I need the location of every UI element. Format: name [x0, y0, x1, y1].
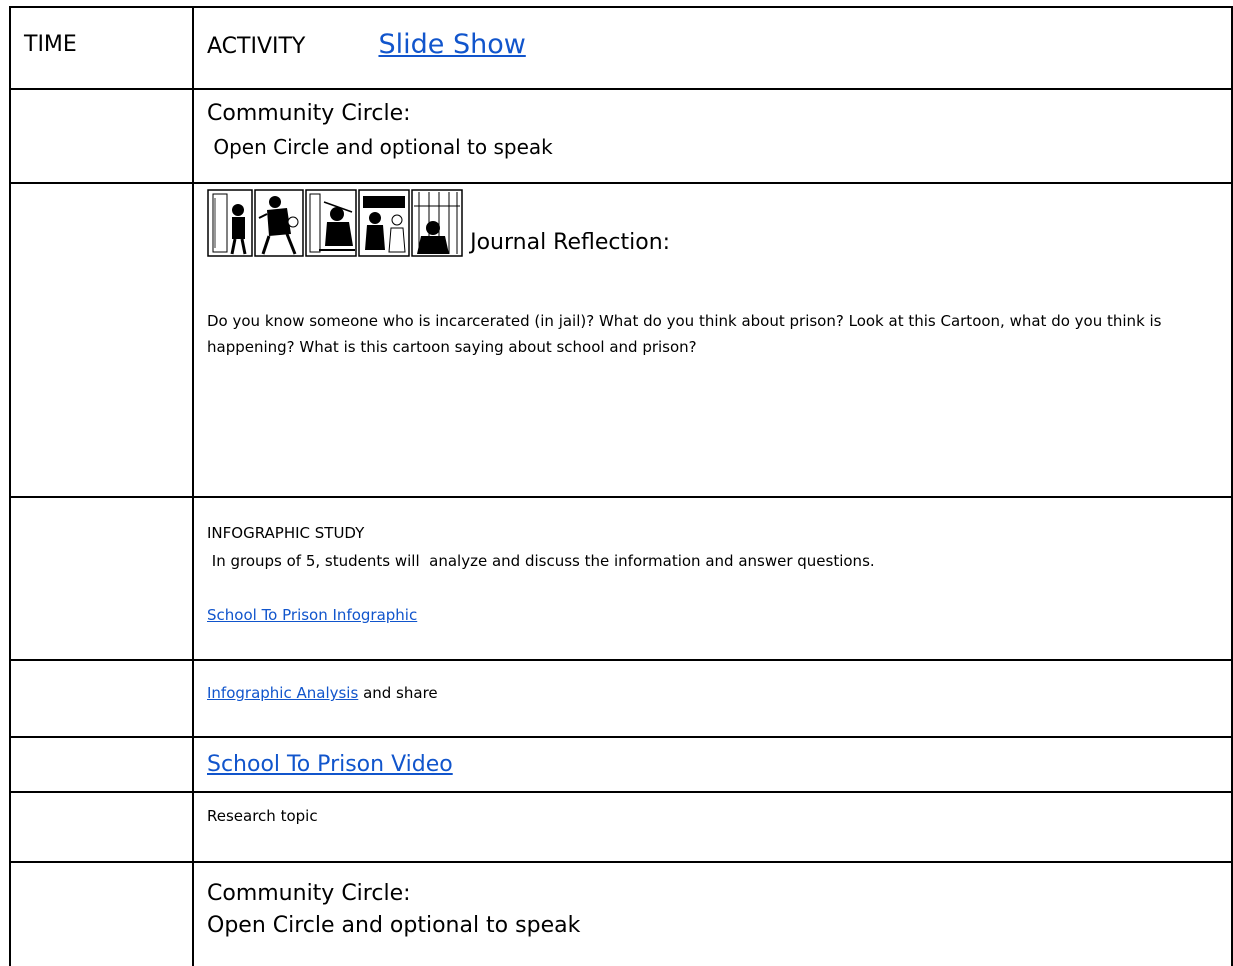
- infographic-analysis-cell: Infographic Analysis and share: [207, 680, 1219, 706]
- slide-show-link[interactable]: Slide Show: [378, 29, 525, 60]
- header-time-label: TIME: [24, 32, 77, 57]
- row-border: [9, 791, 1233, 793]
- video-cell: School To Prison Video: [207, 750, 1219, 780]
- table-left-border: [9, 6, 11, 966]
- community-circle-2-text: Open Circle and optional to speak: [207, 913, 581, 938]
- community-circle-cell: Community Circle: Open Circle and option…: [207, 99, 1219, 161]
- infographic-analysis-suffix: and share: [358, 684, 438, 702]
- journal-reflection-title: Journal Reflection:: [470, 230, 671, 255]
- infographic-analysis-link[interactable]: Infographic Analysis: [207, 684, 358, 702]
- row-border: [9, 182, 1233, 184]
- infographic-study-cell: INFOGRAPHIC STUDY In groups of 5, studen…: [207, 520, 1219, 628]
- infographic-study-title: INFOGRAPHIC STUDY: [207, 524, 365, 542]
- row-border: [9, 861, 1233, 863]
- row-border-top: [9, 6, 1233, 8]
- research-topic-text: Research topic: [207, 807, 318, 825]
- row-border: [9, 496, 1233, 498]
- journal-reflection-cell: Journal Reflection: Do you know someone …: [207, 188, 1219, 360]
- table-column-divider: [192, 6, 194, 966]
- infographic-link-line: School To Prison Infographic: [207, 602, 1219, 628]
- school-to-prison-video-link[interactable]: School To Prison Video: [207, 752, 453, 777]
- research-cell: Research topic: [207, 803, 1219, 829]
- school-to-prison-cartoon: [207, 189, 463, 257]
- row-border: [9, 736, 1233, 738]
- journal-reflection-prompt: Do you know someone who is incarcerated …: [207, 312, 1162, 356]
- header-activity-cell: ACTIVITY Slide Show: [207, 30, 526, 62]
- header-activity-label: ACTIVITY: [207, 34, 306, 59]
- school-to-prison-infographic-link[interactable]: School To Prison Infographic: [207, 606, 417, 624]
- community-circle-title: Community Circle:: [207, 101, 411, 126]
- row-border: [9, 659, 1233, 661]
- community-circle-text: Open Circle and optional to speak: [207, 135, 553, 159]
- infographic-study-text: In groups of 5, students will analyze an…: [207, 552, 875, 570]
- community-circle-2-cell: Community Circle: Open Circle and option…: [207, 879, 1219, 941]
- row-border: [9, 88, 1233, 90]
- journal-title-line: Journal Reflection:: [207, 188, 1219, 264]
- community-circle-2-title: Community Circle:: [207, 881, 411, 906]
